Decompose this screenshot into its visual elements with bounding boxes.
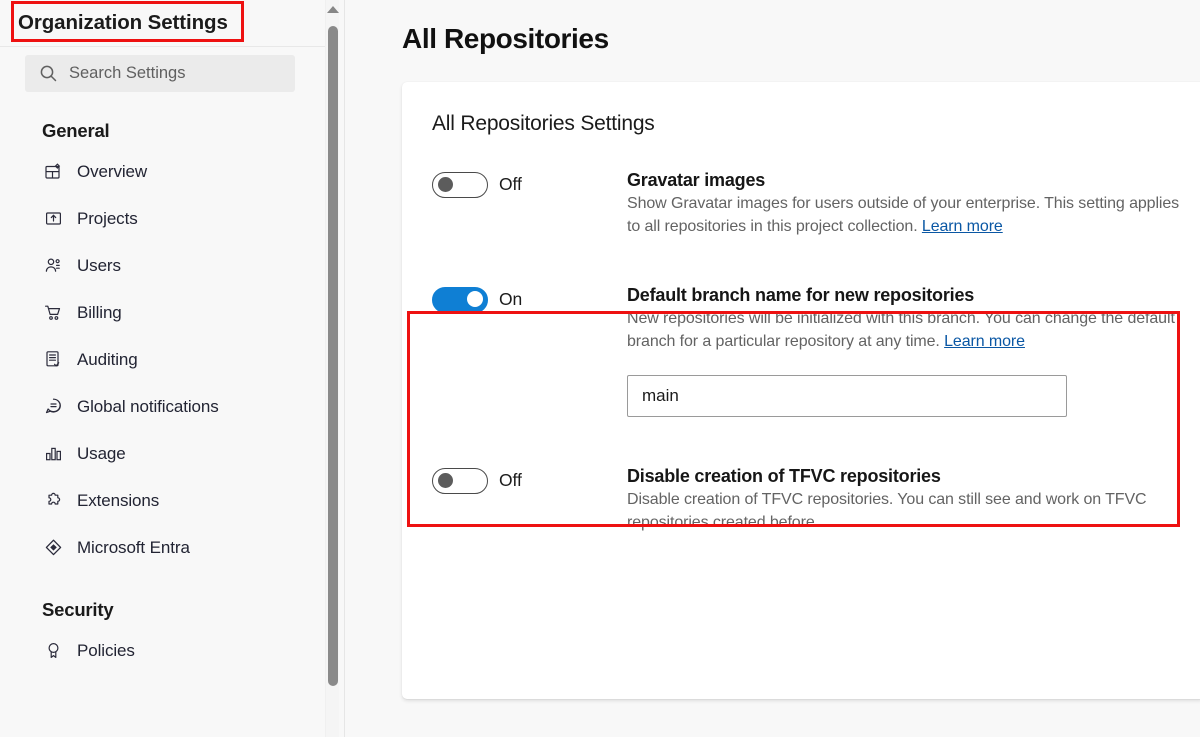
sidebar-scrollbar[interactable] <box>325 0 339 737</box>
notifications-chat-icon <box>44 397 63 416</box>
sidebar-item-label: Usage <box>77 444 126 464</box>
org-title-bar: Organization Settings <box>0 0 344 46</box>
setting-row: Off Disable creation of TFVC repositorie… <box>402 465 1200 535</box>
search-placeholder-text: Search Settings <box>69 64 185 83</box>
card-title: All Repositories Settings <box>402 112 1200 136</box>
scrollbar-thumb[interactable] <box>328 26 338 686</box>
sidebar-item-label: Auditing <box>77 350 138 370</box>
default-branch-description-block: Default branch name for new repositories… <box>627 284 1187 354</box>
gravatar-learn-more-link[interactable]: Learn more <box>922 218 1003 235</box>
toggle-state-label: On <box>499 289 522 310</box>
sidebar-item-policies[interactable]: Policies <box>0 627 344 674</box>
nav-group-security-title: Security <box>0 571 344 627</box>
sidebar-item-label: Billing <box>77 303 122 323</box>
gravatar-toggle-group: Off <box>432 169 627 198</box>
extensions-puzzle-icon <box>44 491 63 510</box>
sidebar-item-global-notifications[interactable]: Global notifications <box>0 383 344 430</box>
sidebar-item-billing[interactable]: Billing <box>0 289 344 336</box>
billing-cart-icon <box>44 303 63 322</box>
setting-description-text: Show Gravatar images for users outside o… <box>627 195 1179 235</box>
main-content: All Repositories All Repositories Settin… <box>345 0 1200 737</box>
default-branch-toggle-group: On <box>432 284 627 313</box>
auditing-checklist-icon <box>44 350 63 369</box>
setting-description: Show Gravatar images for users outside o… <box>627 193 1187 238</box>
gravatar-images-toggle[interactable] <box>432 172 488 198</box>
disable-tfvc-toggle[interactable] <box>432 468 488 494</box>
sidebar-item-auditing[interactable]: Auditing <box>0 336 344 383</box>
setting-title: Gravatar images <box>627 169 1187 192</box>
overview-grid-icon <box>44 162 63 181</box>
sidebar-item-usage[interactable]: Usage <box>0 430 344 477</box>
sidebar-item-label: Projects <box>77 209 138 229</box>
usage-bar-chart-icon <box>44 444 63 463</box>
users-people-icon <box>44 256 63 275</box>
gravatar-description-block: Gravatar images Show Gravatar images for… <box>627 169 1187 239</box>
sidebar-item-microsoft-entra[interactable]: Microsoft Entra <box>0 524 344 571</box>
toggle-knob-icon <box>438 473 453 488</box>
page-title: All Repositories <box>402 24 1180 55</box>
sidebar-item-label: Overview <box>77 162 147 182</box>
setting-description: New repositories will be initialized wit… <box>627 308 1187 353</box>
search-container: Search Settings <box>0 47 344 92</box>
setting-row: Off Gravatar images Show Gravatar images… <box>402 169 1200 239</box>
page-header-title: Organization Settings <box>18 13 228 34</box>
setting-description: Disable creation of TFVC repositories. Y… <box>627 489 1187 534</box>
settings-sidebar: Organization Settings Search Settings Ge… <box>0 0 345 737</box>
sidebar-item-projects[interactable]: Projects <box>0 195 344 242</box>
sidebar-nav: General Overview <box>0 92 344 674</box>
sidebar-item-label: Policies <box>77 641 135 661</box>
default-branch-name-toggle[interactable] <box>432 287 488 313</box>
setting-title: Default branch name for new repositories <box>627 284 1187 307</box>
sidebar-item-label: Global notifications <box>77 397 219 417</box>
organization-settings-page: Organization Settings Search Settings Ge… <box>0 0 1200 737</box>
sidebar-item-label: Users <box>77 256 121 276</box>
sidebar-item-label: Extensions <box>77 491 159 511</box>
all-repositories-settings-card: All Repositories Settings Off Gravatar i… <box>402 82 1200 699</box>
search-icon <box>39 64 58 83</box>
microsoft-entra-icon <box>44 538 63 557</box>
projects-upload-box-icon <box>44 209 63 228</box>
toggle-knob-icon <box>438 177 453 192</box>
default-branch-name-input[interactable] <box>627 375 1067 417</box>
setting-title: Disable creation of TFVC repositories <box>627 465 1187 488</box>
policies-shield-badge-icon <box>44 641 63 660</box>
search-input[interactable]: Search Settings <box>25 55 295 92</box>
sidebar-item-extensions[interactable]: Extensions <box>0 477 344 524</box>
toggle-state-label: Off <box>499 470 522 491</box>
sidebar-item-label: Microsoft Entra <box>77 538 190 558</box>
nav-group-general-title: General <box>0 102 344 148</box>
setting-description-text: New repositories will be initialized wit… <box>627 310 1175 350</box>
toggle-knob-icon <box>467 291 483 307</box>
sidebar-item-users[interactable]: Users <box>0 242 344 289</box>
setting-row: On Default branch name for new repositor… <box>402 284 1200 354</box>
sidebar-item-overview[interactable]: Overview <box>0 148 344 195</box>
default-branch-learn-more-link[interactable]: Learn more <box>944 333 1025 350</box>
tfvc-toggle-group: Off <box>432 465 627 494</box>
triangle-up-icon[interactable] <box>327 6 339 13</box>
branch-input-container <box>402 375 1200 417</box>
toggle-state-label: Off <box>499 174 522 195</box>
tfvc-description-block: Disable creation of TFVC repositories Di… <box>627 465 1187 535</box>
